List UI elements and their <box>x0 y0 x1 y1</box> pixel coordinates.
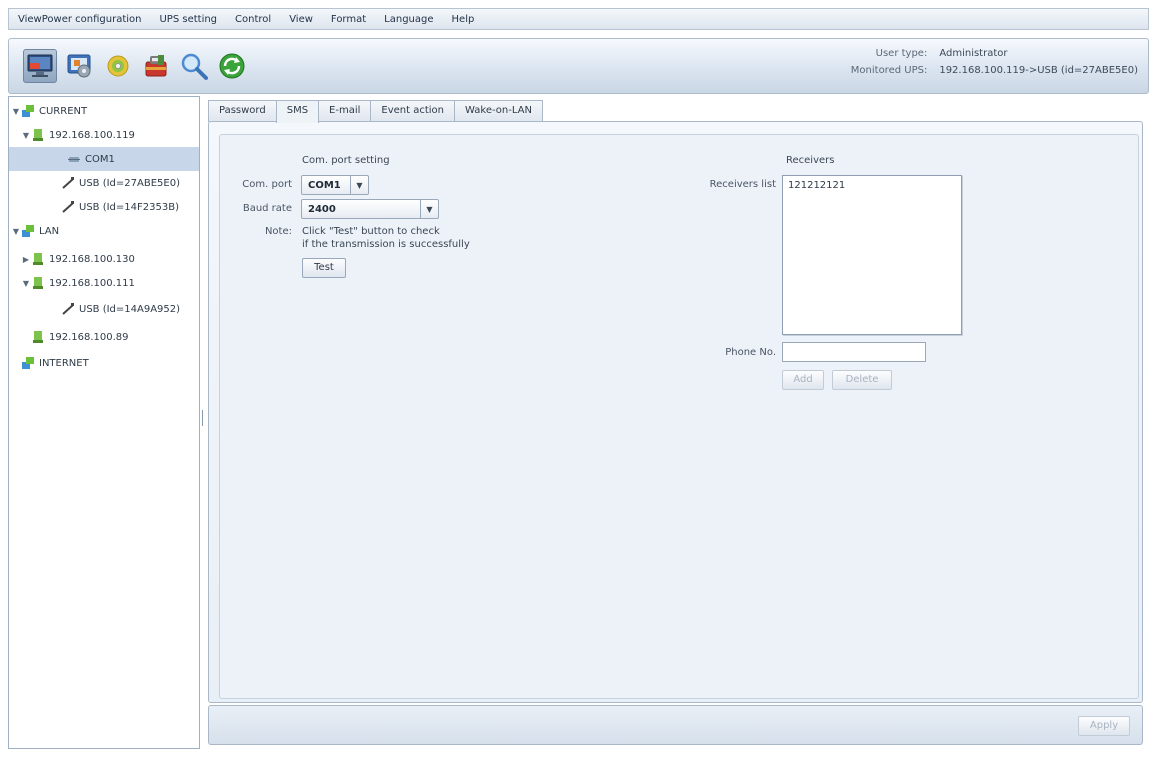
tree-item-host-119[interactable]: ▼ 192.168.100.119 <box>21 123 211 147</box>
tab-wake-on-lan[interactable]: Wake-on-LAN <box>454 100 543 122</box>
baud-rate-select[interactable]: 2400 ▼ <box>301 199 439 219</box>
test-button[interactable]: Test <box>302 258 346 278</box>
tab-sms[interactable]: SMS <box>275 100 320 123</box>
refresh-button[interactable] <box>215 49 249 83</box>
list-item[interactable]: 121212121 <box>783 176 961 195</box>
com-port-value: COM1 <box>308 179 341 191</box>
tree-label: USB (Id=14F2353B) <box>79 201 179 213</box>
menu-ups-setting[interactable]: UPS setting <box>150 14 226 25</box>
collapse-icon[interactable]: ▼ <box>11 227 21 236</box>
user-type-label: User type: <box>875 48 928 59</box>
sms-panel: Com. port setting Com. port COM1 ▼ Baud … <box>208 121 1143 703</box>
com-port-select[interactable]: COM1 ▼ <box>301 175 369 195</box>
tree-item-host-89[interactable]: 192.168.100.89 <box>31 325 221 349</box>
computer-icon <box>33 331 43 343</box>
tab-email[interactable]: E-mail <box>318 100 372 122</box>
menu-language[interactable]: Language <box>375 14 442 25</box>
collapse-icon[interactable]: ▼ <box>21 279 31 288</box>
usb-icon <box>62 303 74 315</box>
apply-button[interactable]: Apply <box>1078 716 1130 736</box>
monitor-icon <box>27 54 53 77</box>
splitter-handle[interactable] <box>202 410 205 426</box>
monitored-ups-label: Monitored UPS: <box>850 65 928 76</box>
magnifier-icon <box>181 53 208 80</box>
phone-number-input[interactable] <box>782 342 926 362</box>
user-info: User type: Administrator Monitored UPS: … <box>851 48 1138 76</box>
tree-label: COM1 <box>85 153 115 165</box>
tools-button[interactable] <box>139 49 173 83</box>
refresh-icon <box>219 53 245 79</box>
baud-rate-value: 2400 <box>308 203 336 215</box>
toolbox-icon <box>145 55 167 77</box>
disc-icon <box>107 55 129 77</box>
menu-format[interactable]: Format <box>322 14 375 25</box>
cd-button[interactable] <box>101 49 135 83</box>
collapse-icon[interactable]: ▼ <box>11 107 21 116</box>
menu-control[interactable]: Control <box>226 14 280 25</box>
note-label: Note: <box>264 226 292 237</box>
phone-number-label: Phone No. <box>725 347 776 358</box>
receivers-list-label: Receivers list <box>709 179 776 190</box>
network-icon <box>22 105 34 117</box>
tree-label: USB (Id=27ABE5E0) <box>79 177 180 189</box>
tree-item-internet[interactable]: INTERNET <box>21 351 211 375</box>
com-port-label: Com. port <box>242 179 292 190</box>
search-button[interactable] <box>177 49 211 83</box>
configuration-icon <box>67 54 91 78</box>
tab-event-action[interactable]: Event action <box>370 100 456 122</box>
device-tree: ▼ CURRENT ▼ 192.168.100.119 COM1 USB (Id… <box>8 96 200 749</box>
tree-item-host-111[interactable]: ▼ 192.168.100.111 <box>21 271 211 295</box>
tree-label: LAN <box>39 225 60 237</box>
receivers-listbox[interactable]: 121212121 <box>782 175 962 335</box>
menu-help[interactable]: Help <box>443 14 484 25</box>
tree-label: USB (Id=14A9A952) <box>79 303 181 315</box>
tree-item-host-130[interactable]: ▶ 192.168.100.130 <box>21 247 211 271</box>
usb-icon <box>62 201 74 213</box>
computer-icon <box>33 277 43 289</box>
tree-label: 192.168.100.111 <box>49 277 135 289</box>
expand-icon[interactable]: ▶ <box>21 255 31 264</box>
tree-item-current[interactable]: ▼ CURRENT <box>11 99 201 123</box>
menu-bar: ViewPower configuration UPS setting Cont… <box>8 8 1149 30</box>
receivers-section-title: Receivers <box>786 155 835 166</box>
add-button[interactable]: Add <box>782 370 824 390</box>
tree-item-lan[interactable]: ▼ LAN <box>11 219 201 243</box>
panel-footer: Apply <box>208 705 1143 745</box>
serial-port-icon <box>68 157 80 162</box>
menu-view[interactable]: View <box>280 14 322 25</box>
network-icon <box>22 225 34 237</box>
tree-label: INTERNET <box>39 357 89 369</box>
collapse-icon[interactable]: ▼ <box>21 131 31 140</box>
user-type-value: Administrator <box>939 48 1008 59</box>
network-icon <box>22 357 34 369</box>
baud-rate-label: Baud rate <box>242 203 292 214</box>
tree-label: CURRENT <box>39 105 88 117</box>
configuration-button[interactable] <box>63 49 97 83</box>
settings-tabs: Password SMS E-mail Event action Wake-on… <box>208 100 543 123</box>
monitored-ups-value: 192.168.100.119->USB (id=27ABE5E0) <box>939 65 1138 76</box>
tree-label: 192.168.100.89 <box>49 331 129 343</box>
sms-settings-area: Com. port setting Com. port COM1 ▼ Baud … <box>219 134 1139 699</box>
toolbar: User type: Administrator Monitored UPS: … <box>8 38 1149 94</box>
tree-label: 192.168.100.119 <box>49 129 135 141</box>
usb-icon <box>62 177 74 189</box>
note-text-line1: Click "Test" button to check <box>302 226 440 237</box>
note-text-line2: if the transmission is successfully <box>302 239 470 250</box>
computer-icon <box>33 129 43 141</box>
chevron-down-icon: ▼ <box>350 176 368 194</box>
computer-icon <box>33 253 43 265</box>
menu-viewpower-configuration[interactable]: ViewPower configuration <box>9 14 150 25</box>
monitor-button[interactable] <box>23 49 57 83</box>
delete-button[interactable]: Delete <box>832 370 892 390</box>
tab-password[interactable]: Password <box>208 100 277 122</box>
tree-item-com1[interactable]: COM1 <box>9 147 199 171</box>
chevron-down-icon: ▼ <box>420 200 438 218</box>
com-port-section-title: Com. port setting <box>302 155 390 166</box>
tree-label: 192.168.100.130 <box>49 253 135 265</box>
main-content: Password SMS E-mail Event action Wake-on… <box>208 96 1149 749</box>
